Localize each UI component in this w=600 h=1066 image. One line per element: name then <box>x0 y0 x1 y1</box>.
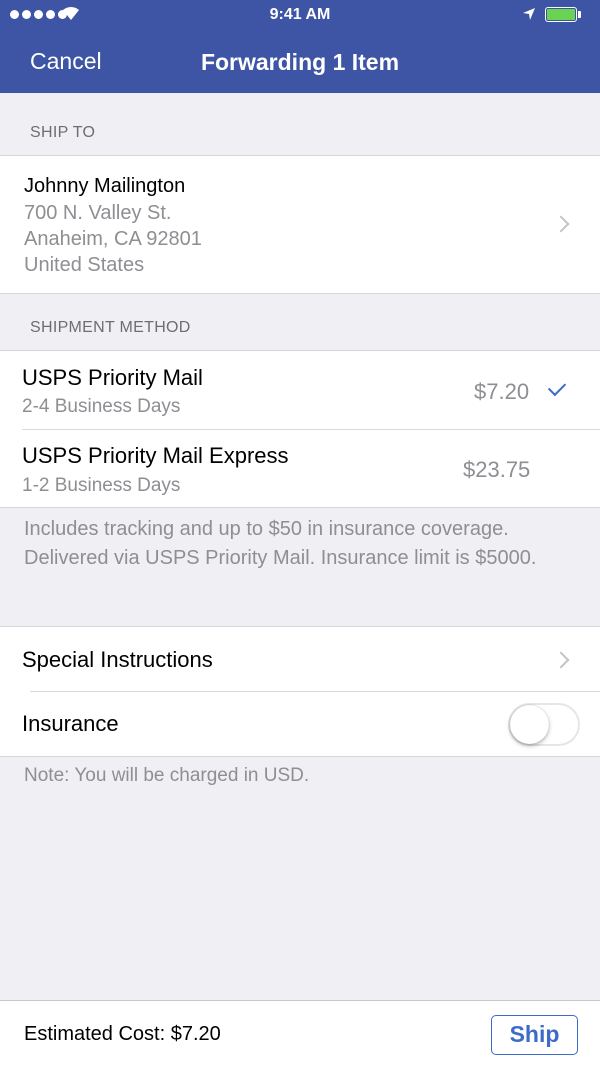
insurance-label: Insurance <box>22 711 119 736</box>
option-price: $7.20 <box>474 379 530 404</box>
estimated-cost: Estimated Cost: $7.20 <box>24 1023 221 1045</box>
status-bar: 9:41 AM <box>0 0 600 30</box>
toggle-knob <box>510 705 549 744</box>
shipment-method-header: SHIPMENT METHOD <box>30 319 191 336</box>
option-title: USPS Priority Mail <box>22 365 203 390</box>
shipping-option-express[interactable]: USPS Priority Mail Express 1-2 Business … <box>0 430 600 508</box>
ship-button[interactable]: Ship <box>491 1015 578 1055</box>
ship-to-header: SHIP TO <box>30 124 96 141</box>
chevron-right-icon <box>552 651 570 669</box>
option-title: USPS Priority Mail Express <box>22 443 289 468</box>
recipient-name: Johnny Mailington <box>24 175 186 197</box>
currency-note: Note: You will be charged in USD. <box>24 765 310 786</box>
shipment-method-list: USPS Priority Mail 2-4 Business Days $7.… <box>0 350 600 508</box>
footer-bar: Estimated Cost: $7.20 Ship <box>0 1000 600 1066</box>
battery-tip <box>578 11 581 18</box>
address-line-1: 700 N. Valley St. <box>24 202 172 224</box>
option-price: $23.75 <box>463 457 531 482</box>
shipping-option-priority[interactable]: USPS Priority Mail 2-4 Business Days $7.… <box>0 351 600 429</box>
chevron-right-icon <box>552 215 570 233</box>
location-arrow-icon <box>523 8 535 20</box>
options-list: Special Instructions Insurance <box>0 626 600 757</box>
special-instructions-row[interactable]: Special Instructions <box>0 627 600 691</box>
page-title: Forwarding 1 Item <box>200 49 400 75</box>
address-line-3: United States <box>24 254 145 276</box>
option-subtitle: 1-2 Business Days <box>22 475 181 496</box>
navigation-header: 9:41 AM Cancel Forwarding 1 Item <box>0 0 600 93</box>
shipping-info-text: Includes tracking and up to $50 in insur… <box>24 518 537 569</box>
status-time: 9:41 AM <box>269 6 331 23</box>
ship-to-cell[interactable]: Johnny Mailington 700 N. Valley St. Anah… <box>0 155 600 294</box>
address-line-2: Anaheim, CA 92801 <box>24 228 202 250</box>
insurance-toggle[interactable] <box>508 703 580 746</box>
forwarding-screen: 9:41 AM Cancel Forwarding 1 Item SHIP TO… <box>0 0 600 1066</box>
option-subtitle: 2-4 Business Days <box>22 396 181 417</box>
special-instructions-label: Special Instructions <box>22 647 213 672</box>
battery-icon <box>545 7 577 22</box>
